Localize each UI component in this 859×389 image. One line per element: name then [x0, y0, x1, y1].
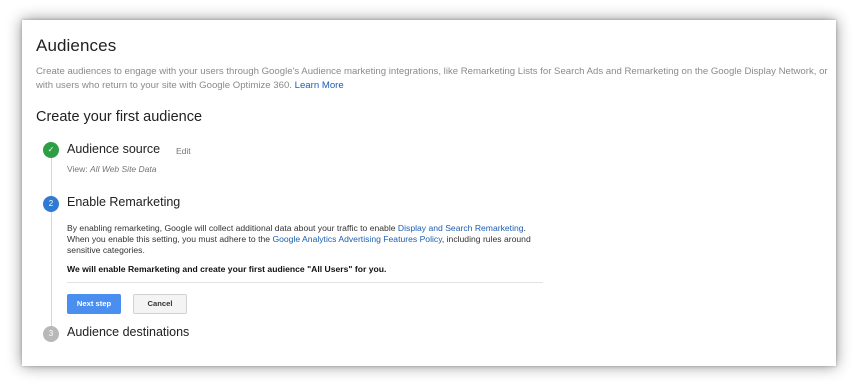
- remarketing-description: By enabling remarketing, Google will col…: [67, 223, 537, 257]
- advertising-features-policy-link[interactable]: Google Analytics Advertising Features Po…: [272, 234, 441, 244]
- step-title-enable-remarketing: Enable Remarketing: [67, 195, 181, 209]
- step-number-3: 3: [43, 326, 59, 342]
- section-title: Create your first audience: [36, 109, 203, 125]
- step-connector: [51, 158, 52, 200]
- learn-more-link[interactable]: Learn More: [295, 80, 344, 91]
- remarketing-notice: We will enable Remarketing and create yo…: [67, 264, 387, 274]
- next-step-button[interactable]: Next step: [67, 294, 121, 314]
- audiences-panel: Audiences Create audiences to engage wit…: [22, 20, 836, 366]
- view-line: View: All Web Site Data: [67, 164, 156, 174]
- cancel-button[interactable]: Cancel: [133, 294, 187, 314]
- page-title: Audiences: [36, 36, 117, 55]
- divider: [67, 282, 543, 283]
- step-number-2: 2: [43, 196, 59, 212]
- step-title-audience-source: Audience source: [67, 142, 161, 156]
- page-description: Create audiences to engage with your use…: [36, 65, 836, 93]
- description-text: Create audiences to engage with your use…: [36, 66, 828, 91]
- checkmark-icon: ✓: [43, 142, 59, 158]
- step-connector: [51, 212, 52, 328]
- view-label: View:: [67, 164, 88, 174]
- view-value: All Web Site Data: [90, 164, 157, 174]
- body-text: By enabling remarketing, Google will col…: [67, 223, 396, 233]
- step-title-audience-destinations: Audience destinations: [67, 325, 190, 339]
- edit-link[interactable]: Edit: [176, 146, 191, 156]
- display-search-remarketing-link[interactable]: Display and Search Remarketing: [398, 223, 524, 233]
